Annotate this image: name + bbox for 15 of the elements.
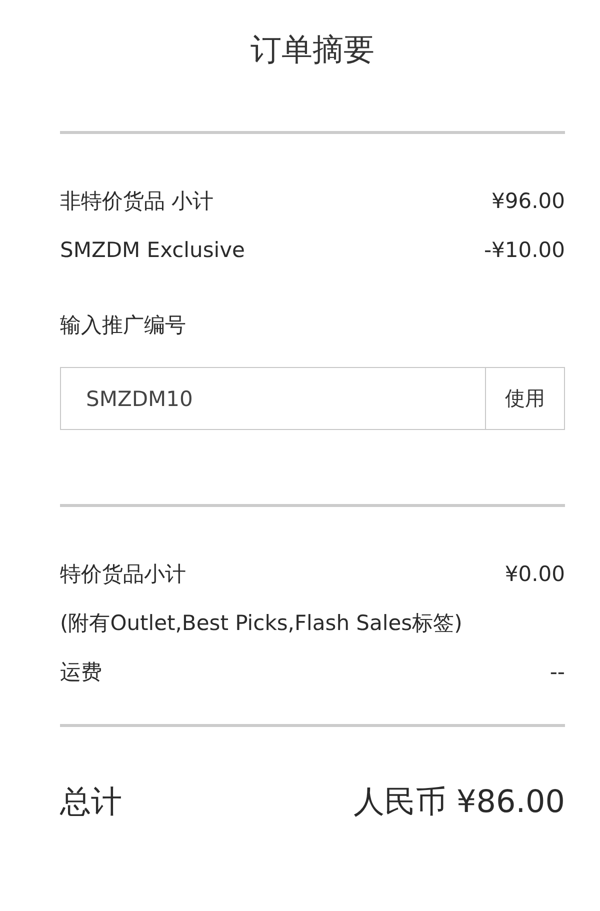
total-label: 总计 <box>60 783 122 821</box>
line-label: (附有Outlet,Best Picks,Flash Sales标签) <box>60 610 462 637</box>
page-title: 订单摘要 <box>250 32 376 68</box>
line-label: 运费 <box>60 659 102 686</box>
line-amount: ¥0.00 <box>504 561 565 588</box>
line-amount: ¥96.00 <box>492 188 565 215</box>
line-amount: -¥10.00 <box>484 237 565 264</box>
line-label: 特价货品小计 <box>60 561 186 588</box>
total-amount: 人民币 ¥86.00 <box>354 783 565 821</box>
line-label: 非特价货品 小计 <box>60 188 214 215</box>
line-label: SMZDM Exclusive <box>60 237 245 264</box>
line-amount: -- <box>550 659 565 686</box>
apply-button[interactable]: 使用 <box>485 367 565 430</box>
promo-label: 输入推广编号 <box>60 312 186 339</box>
promo-code-field[interactable]: SMZDM10 <box>60 367 485 430</box>
